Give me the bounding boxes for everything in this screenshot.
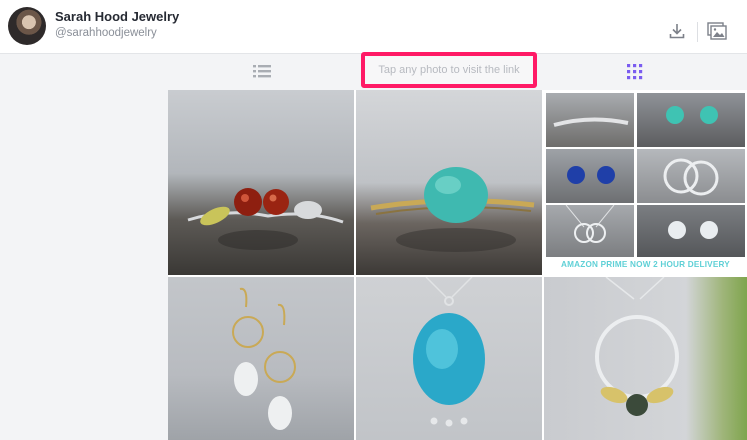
list-view-button[interactable] bbox=[252, 63, 272, 84]
photo-grid: AMAZON PRIME NOW 2 HOUR DELIVERY bbox=[168, 90, 747, 440]
moonstone-studs-image bbox=[668, 221, 718, 239]
left-pane bbox=[0, 90, 168, 440]
turquoise-studs-image bbox=[666, 106, 718, 124]
photo-tile-turquoise-ring[interactable] bbox=[356, 90, 542, 275]
photo-tile-garnet-ring[interactable] bbox=[168, 90, 354, 275]
header-divider bbox=[697, 22, 698, 42]
pearl-earrings-image bbox=[232, 287, 296, 430]
collage-caption: AMAZON PRIME NOW 2 HOUR DELIVERY bbox=[561, 260, 730, 269]
circle-pendant-image bbox=[595, 277, 679, 416]
photo-tile-turquoise-pendant[interactable] bbox=[356, 277, 542, 440]
profile-name[interactable]: Sarah Hood Jewelry bbox=[55, 9, 179, 24]
collage-moonstone-studs bbox=[637, 205, 745, 257]
interlock-necklace-image bbox=[565, 204, 615, 243]
hoop-earrings-image bbox=[663, 158, 719, 196]
photo-tile-collage[interactable]: AMAZON PRIME NOW 2 HOUR DELIVERY bbox=[544, 90, 747, 275]
download-icon bbox=[669, 24, 685, 39]
leaf-ring-image bbox=[553, 117, 629, 127]
gallery-button[interactable] bbox=[706, 20, 728, 42]
grid-view-icon bbox=[627, 64, 643, 80]
photo-tile-circle-pendant[interactable] bbox=[544, 277, 747, 440]
profile-handle[interactable]: @sarahhoodjewelry bbox=[55, 27, 157, 39]
gallery-icon bbox=[707, 22, 727, 40]
collage-ring bbox=[546, 93, 634, 147]
collage-lapis-studs bbox=[546, 149, 634, 203]
photo-tile-pearl-earrings[interactable] bbox=[168, 277, 354, 440]
turquoise-pendant-image bbox=[413, 277, 485, 427]
garnet-ring-image bbox=[187, 188, 344, 250]
app-window: Sarah Hood Jewelry @sarahhoodjewelry Tap… bbox=[0, 0, 747, 440]
collage-hoops bbox=[637, 149, 745, 203]
lapis-studs-image bbox=[567, 166, 615, 184]
download-button[interactable] bbox=[666, 20, 688, 42]
turquoise-ring-image bbox=[370, 167, 535, 252]
grid-view-button[interactable] bbox=[626, 63, 644, 86]
collage-necklace bbox=[546, 204, 634, 257]
collage-turquoise-studs bbox=[637, 93, 745, 147]
tap-hint-banner: Tap any photo to visit the link bbox=[361, 52, 537, 88]
avatar[interactable] bbox=[8, 7, 46, 45]
tap-hint-text: Tap any photo to visit the link bbox=[378, 64, 520, 76]
profile-header: Sarah Hood Jewelry @sarahhoodjewelry bbox=[0, 0, 747, 54]
list-view-icon bbox=[253, 65, 271, 78]
